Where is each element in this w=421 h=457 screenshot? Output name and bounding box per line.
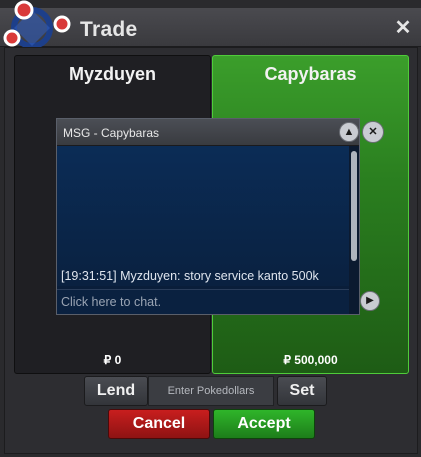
trade-window: Trade ✕ Myzduyen ₽ 0 Capybaras ₽ 500,000… [0, 0, 421, 457]
chat-minimize-icon[interactable]: ▲ [339, 122, 359, 142]
cancel-button[interactable]: Cancel [108, 409, 210, 439]
chat-scrollbar[interactable] [349, 146, 359, 314]
accept-button[interactable]: Accept [213, 409, 315, 439]
window-title: Trade [80, 18, 138, 41]
right-player-name: Capybaras [264, 64, 357, 84]
chat-close-icon[interactable]: ✕ [362, 121, 384, 143]
left-player-name: Myzduyen [68, 64, 156, 84]
game-logo-icon [3, 0, 71, 49]
close-window-button[interactable]: ✕ [393, 18, 413, 38]
chat-log: [19:31:51] Myzduyen: story service kanto… [57, 146, 349, 286]
chat-input-placeholder: Click here to chat. [61, 295, 162, 309]
set-button[interactable]: Set [277, 376, 327, 406]
chat-scroll-thumb[interactable] [351, 151, 357, 261]
chat-window: MSG - Capybaras ▲ ✕ [19:31:51] Myzduyen:… [56, 118, 384, 315]
right-offer-amount: ₽ 500,000 [283, 353, 338, 367]
chat-message: [19:31:51] Myzduyen: story service kanto… [61, 269, 319, 283]
chat-title: MSG - Capybaras [63, 126, 160, 140]
pokedollars-input[interactable]: Enter Pokedollars [148, 376, 274, 406]
chat-title-bar[interactable]: MSG - Capybaras ▲ ✕ [57, 119, 384, 146]
left-offer-amount: ₽ 0 [103, 353, 122, 367]
chat-input[interactable]: Click here to chat. [57, 289, 349, 314]
chat-send-icon[interactable]: ▶ [360, 291, 380, 311]
lend-button[interactable]: Lend [84, 376, 148, 406]
